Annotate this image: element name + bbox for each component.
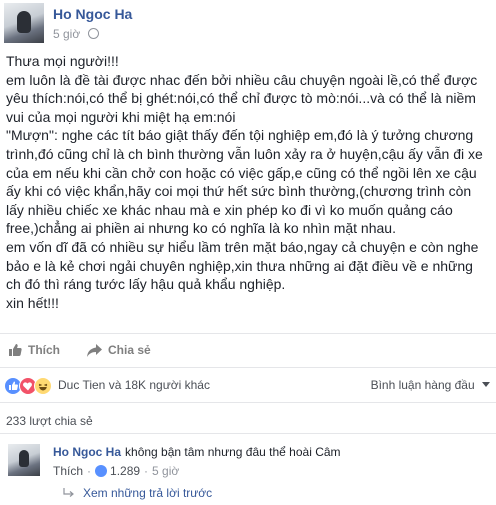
ranking-label: Bình luận hàng đầu — [370, 378, 475, 392]
haha-reaction-icon — [34, 377, 52, 395]
thumbs-up-icon — [9, 344, 22, 356]
divider — [0, 333, 496, 334]
comment-like-count[interactable]: 1.289 — [110, 464, 140, 478]
like-label: Thích — [28, 343, 60, 357]
comment-timestamp[interactable]: 5 giờ — [152, 464, 179, 478]
comment-ranking-dropdown[interactable]: Bình luận hàng đầu — [371, 378, 490, 392]
post-paragraph: "Mượn": nghe các tít báo giật thấy đến t… — [6, 127, 483, 237]
share-arrow-icon — [87, 343, 102, 357]
reply-arrow-icon — [63, 488, 74, 497]
like-reaction-icon — [95, 465, 108, 477]
comment-author[interactable]: Ho Ngoc Ha — [53, 445, 121, 459]
comment-text: không bận tâm nhưng đâu thể hoài Câm — [125, 445, 341, 459]
post-paragraph: em vốn dĩ đã có nhiều sự hiểu lầm trên m… — [6, 238, 479, 293]
chevron-down-icon — [482, 382, 490, 387]
post-body: Thưa mọi người!!! em luôn là đề tài được… — [6, 52, 490, 312]
post-paragraph: Thưa mọi người!!! — [6, 53, 119, 69]
reaction-icons[interactable] — [4, 377, 52, 395]
post-author-name[interactable]: Ho Ngoc Ha — [53, 6, 132, 22]
share-label: Chia sẻ — [108, 343, 151, 357]
post-paragraph: em luôn là đề tài được nhac đến bởi nhiề… — [6, 71, 478, 125]
divider — [0, 433, 496, 434]
reaction-summary[interactable]: Duc Tien và 18K người khác — [58, 378, 210, 392]
comment-actions: Thích · 1.289 · 5 giờ — [53, 464, 180, 478]
divider — [0, 367, 496, 368]
view-previous-replies[interactable]: Xem những trả lời trước — [63, 486, 212, 500]
comment-like-button[interactable]: Thích — [53, 464, 83, 478]
comment-avatar[interactable] — [8, 444, 40, 476]
like-button[interactable]: Thích — [8, 343, 60, 357]
post-meta: 5 giờ — [53, 27, 99, 41]
globe-icon — [87, 28, 99, 39]
post-timestamp[interactable]: 5 giờ — [53, 27, 80, 41]
author-avatar[interactable] — [4, 3, 44, 43]
post-paragraph: xin hết!!! — [6, 294, 59, 311]
share-count[interactable]: 233 lượt chia sẻ — [6, 414, 93, 428]
view-replies-label: Xem những trả lời trước — [83, 486, 213, 500]
share-button[interactable]: Chia sẻ — [87, 343, 151, 357]
divider — [0, 402, 496, 403]
comment: Ho Ngoc Ha không bận tâm nhưng đâu thể ho… — [53, 445, 341, 459]
